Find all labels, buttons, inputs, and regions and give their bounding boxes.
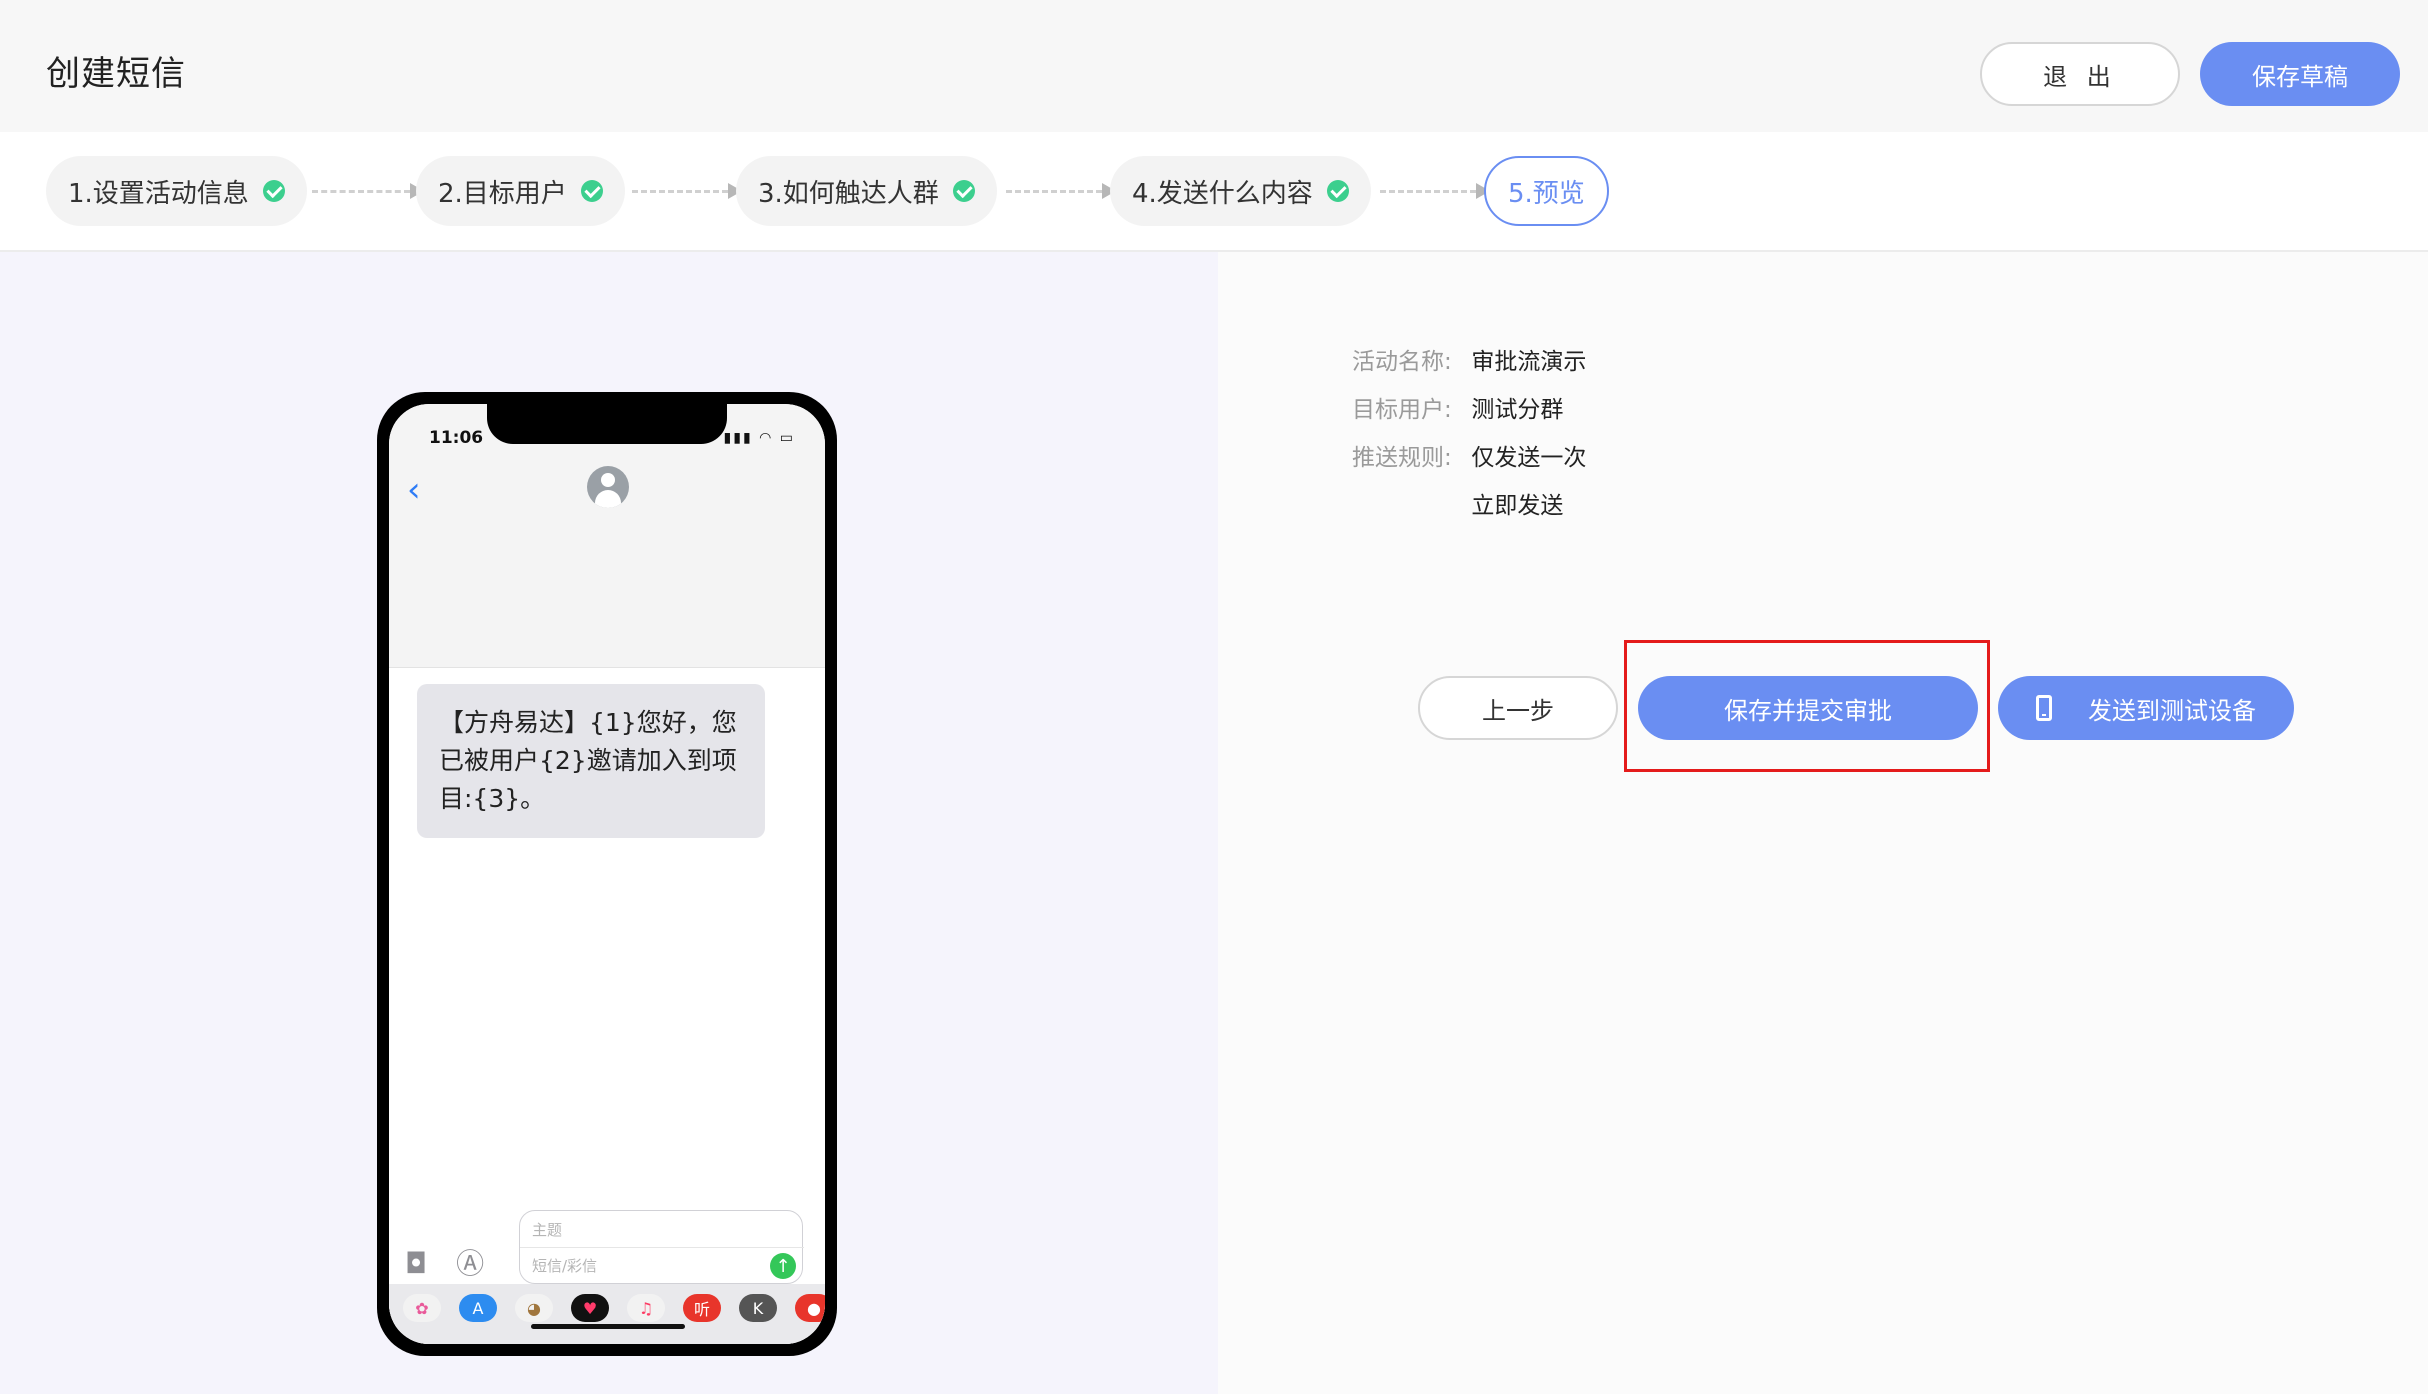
step-5[interactable]: 5.预览 (1484, 156, 1609, 226)
status-icons: ▮▮▮ ◠ ▭ (723, 430, 795, 446)
music-app-icon: ♫ (627, 1294, 665, 1322)
phone-notch (487, 404, 727, 444)
page-title: 创建短信 (46, 54, 186, 94)
step-connector (632, 183, 742, 199)
status-time: 11:06 (429, 428, 484, 448)
mobile-phone-icon (2036, 695, 2052, 721)
compose-subject-placeholder: 主题 (532, 1221, 563, 1239)
back-chevron-icon: ‹ (407, 470, 421, 510)
step-connector (312, 183, 424, 199)
check-icon (952, 180, 975, 202)
info-row-rule-2: 立即发送 (1352, 486, 1563, 520)
info-row-target: 目标用户: 测试分群 (1352, 390, 1563, 424)
camera-icon: ◘ (405, 1247, 428, 1280)
message-header: 11:06 ▮▮▮ ◠ ▭ ‹ (389, 404, 825, 668)
info-target-value: 测试分群 (1471, 397, 1564, 423)
compose-message-placeholder: 短信/彩信 (532, 1257, 598, 1275)
info-name-label: 活动名称: (1352, 349, 1452, 375)
info-target-label: 目标用户: (1352, 397, 1452, 423)
k-app-icon: K (739, 1294, 777, 1322)
info-rule-value-1: 仅发送一次 (1471, 445, 1587, 471)
app-root: 创建短信 退 出 保存草稿 1.设置活动信息 2.目标用户 3.如何触达人群 4… (0, 0, 2428, 1394)
step-1[interactable]: 1.设置活动信息 (46, 156, 307, 226)
check-icon (262, 180, 285, 202)
heart-app-icon: ♥ (571, 1294, 609, 1322)
red-app-icon: ● (795, 1294, 825, 1322)
photos-app-icon: ✿ (403, 1294, 441, 1322)
app-strip: ✿ A ◕ ♥ ♫ 听 K ● (389, 1284, 825, 1344)
info-rule-label: 推送规则: (1352, 445, 1452, 471)
monkey-app-icon: ◕ (515, 1294, 553, 1322)
compose-box: 主题 短信/彩信 ↑ (519, 1210, 804, 1284)
phone-screen: 11:06 ▮▮▮ ◠ ▭ ‹ 【方舟易达】{1}您好，您已被用户{2}邀请加入… (389, 404, 825, 1344)
preview-panel: 11:06 ▮▮▮ ◠ ▭ ‹ 【方舟易达】{1}您好，您已被用户{2}邀请加入… (0, 252, 1218, 1394)
send-arrow-icon: ↑ (770, 1253, 796, 1279)
ting-app-icon: 听 (683, 1294, 721, 1322)
previous-step-button[interactable]: 上一步 (1418, 676, 1618, 740)
exit-button[interactable]: 退 出 (1980, 42, 2180, 106)
top-bar: 创建短信 退 出 保存草稿 (0, 0, 2428, 132)
send-to-test-device-label: 发送到测试设备 (2088, 696, 2256, 725)
check-icon (580, 180, 603, 202)
compose-divider (520, 1247, 804, 1248)
step-connector (1380, 183, 1490, 199)
step-connector (1006, 183, 1116, 199)
message-bubble: 【方舟易达】{1}您好，您已被用户{2}邀请加入到项目:{3}。 (417, 684, 765, 838)
appstore-icon: Ⓐ (456, 1247, 485, 1280)
compose-icons: ◘ Ⓐ (405, 1242, 484, 1282)
step-4-label: 4.发送什么内容 (1132, 178, 1313, 209)
step-5-label: 5.预览 (1508, 178, 1585, 209)
step-2[interactable]: 2.目标用户 (416, 156, 625, 226)
send-to-test-device-button[interactable]: 发送到测试设备 (1998, 676, 2294, 740)
info-row-name: 活动名称: 审批流演示 (1352, 342, 1586, 376)
info-panel: 活动名称: 审批流演示 目标用户: 测试分群 推送规则: 仅发送一次 立即发送 (1218, 252, 2428, 1394)
contact-avatar (587, 466, 629, 508)
step-4[interactable]: 4.发送什么内容 (1110, 156, 1371, 226)
save-draft-button[interactable]: 保存草稿 (2200, 42, 2400, 106)
highlight-annotation (1624, 640, 1990, 772)
steps-bar: 1.设置活动信息 2.目标用户 3.如何触达人群 4.发送什么内容 5.预览 (0, 132, 2428, 252)
check-icon (1326, 180, 1349, 202)
info-rule-value-2: 立即发送 (1471, 493, 1564, 519)
info-name-value: 审批流演示 (1471, 349, 1587, 375)
appstore-app-icon: A (459, 1294, 497, 1322)
info-row-rule: 推送规则: 仅发送一次 (1352, 438, 1586, 472)
step-1-label: 1.设置活动信息 (68, 178, 249, 209)
step-3-label: 3.如何触达人群 (758, 178, 939, 209)
step-2-label: 2.目标用户 (438, 178, 567, 209)
home-indicator (531, 1324, 685, 1329)
step-3[interactable]: 3.如何触达人群 (736, 156, 997, 226)
phone-mockup: 11:06 ▮▮▮ ◠ ▭ ‹ 【方舟易达】{1}您好，您已被用户{2}邀请加入… (377, 392, 837, 1356)
